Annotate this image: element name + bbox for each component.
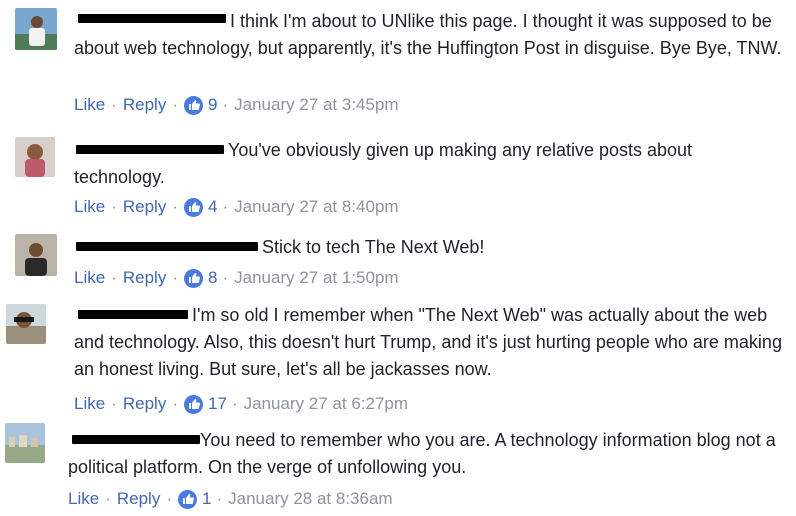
like-link[interactable]: Like bbox=[74, 267, 105, 289]
comment-body: You need to remember who you are. A tech… bbox=[68, 427, 782, 481]
separator: · bbox=[111, 268, 117, 287]
comment-body: You've obviously given up making any rel… bbox=[74, 137, 782, 191]
avatar[interactable] bbox=[6, 304, 46, 344]
like-link[interactable]: Like bbox=[68, 488, 99, 510]
timestamp[interactable]: January 27 at 6:27pm bbox=[244, 393, 408, 415]
avatar[interactable] bbox=[15, 137, 55, 177]
reaction-count[interactable]: 4 bbox=[208, 196, 217, 218]
thumbs-up-icon[interactable] bbox=[184, 197, 203, 217]
separator: · bbox=[105, 489, 111, 508]
comment-body: I'm so old I remember when "The Next Web… bbox=[74, 302, 782, 383]
reaction-count[interactable]: 9 bbox=[208, 94, 217, 116]
separator: · bbox=[222, 197, 229, 216]
redacted-author-name[interactable] bbox=[78, 14, 226, 23]
timestamp[interactable]: January 27 at 1:50pm bbox=[234, 267, 398, 289]
comment-actions: Like · Reply · 4 · January 27 at 8:40pm bbox=[74, 196, 399, 218]
comment-actions: Like · Reply · 17 · January 27 at 6:27pm bbox=[74, 393, 408, 415]
redacted-author-name[interactable] bbox=[72, 435, 200, 444]
reply-link[interactable]: Reply bbox=[123, 196, 166, 218]
like-link[interactable]: Like bbox=[74, 94, 105, 116]
comment-actions: Like · Reply · 1 · January 28 at 8:36am bbox=[68, 488, 393, 510]
reaction-count[interactable]: 8 bbox=[208, 267, 217, 289]
reply-link[interactable]: Reply bbox=[117, 488, 160, 510]
separator: · bbox=[231, 394, 238, 413]
redacted-author-name[interactable] bbox=[76, 242, 258, 251]
reply-link[interactable]: Reply bbox=[123, 94, 166, 116]
separator: · bbox=[111, 394, 117, 413]
redacted-author-name[interactable] bbox=[78, 310, 188, 319]
timestamp[interactable]: January 28 at 8:36am bbox=[228, 488, 392, 510]
separator: · bbox=[172, 197, 178, 216]
avatar[interactable] bbox=[15, 234, 57, 276]
thumbs-up-icon[interactable] bbox=[184, 394, 203, 414]
timestamp[interactable]: January 27 at 3:45pm bbox=[234, 94, 398, 116]
separator: · bbox=[172, 268, 178, 287]
separator: · bbox=[111, 95, 117, 114]
separator: · bbox=[222, 268, 229, 287]
redacted-author-name[interactable] bbox=[76, 145, 224, 154]
separator: · bbox=[216, 489, 223, 508]
like-link[interactable]: Like bbox=[74, 393, 105, 415]
reply-link[interactable]: Reply bbox=[123, 393, 166, 415]
reaction-count[interactable]: 17 bbox=[208, 393, 227, 415]
reaction-count[interactable]: 1 bbox=[202, 488, 211, 510]
avatar[interactable] bbox=[5, 423, 45, 463]
comment-actions: Like · Reply · 9 · January 27 at 3:45pm bbox=[74, 94, 399, 116]
comment-body: Stick to tech The Next Web! bbox=[74, 234, 782, 261]
comment-body: I think I'm about to UNlike this page. I… bbox=[74, 8, 782, 62]
thumbs-up-icon[interactable] bbox=[184, 95, 203, 115]
like-link[interactable]: Like bbox=[74, 196, 105, 218]
avatar[interactable] bbox=[15, 8, 57, 50]
separator: · bbox=[111, 197, 117, 216]
comment-actions: Like · Reply · 8 · January 27 at 1:50pm bbox=[74, 267, 399, 289]
separator: · bbox=[166, 489, 172, 508]
thumbs-up-icon[interactable] bbox=[184, 268, 203, 288]
reply-link[interactable]: Reply bbox=[123, 267, 166, 289]
separator: · bbox=[172, 95, 178, 114]
separator: · bbox=[222, 95, 229, 114]
thumbs-up-icon[interactable] bbox=[178, 489, 197, 509]
separator: · bbox=[172, 394, 178, 413]
timestamp[interactable]: January 27 at 8:40pm bbox=[234, 196, 398, 218]
